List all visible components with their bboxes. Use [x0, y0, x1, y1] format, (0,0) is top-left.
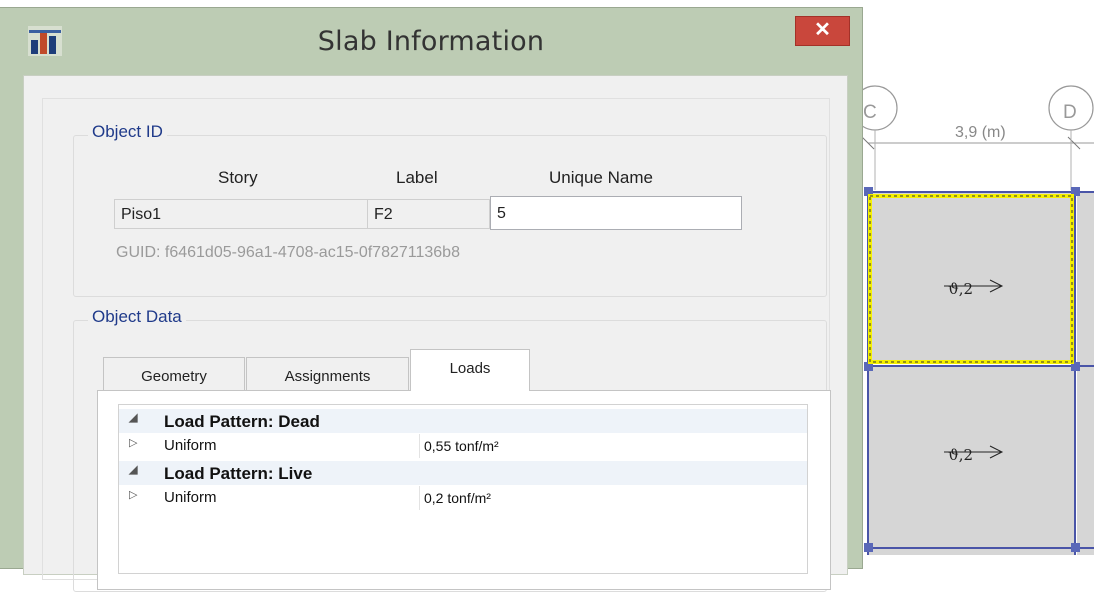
collapse-triangle-icon[interactable]: ◢	[129, 463, 137, 476]
story-header: Story	[218, 168, 258, 187]
category-label: Load Pattern: Dead	[164, 412, 320, 431]
property-row-uniform-dead[interactable]: ▷ Uniform 0,55 tonf/m²	[119, 434, 807, 458]
property-name: Uniform	[164, 437, 217, 454]
label-header: Label	[396, 168, 438, 187]
category-row-live[interactable]: ◢ Load Pattern: Live	[119, 461, 807, 485]
slab-f2	[868, 192, 1075, 364]
tab-geometry[interactable]: Geometry	[103, 357, 245, 391]
object-data-legend: Object Data	[88, 307, 186, 327]
window-title: Slab Information	[317, 26, 545, 57]
grid-label-c: C	[863, 102, 877, 123]
close-button[interactable]: ✕	[795, 16, 850, 46]
tab-loads[interactable]: Loads	[410, 349, 530, 391]
property-row-uniform-live[interactable]: ▷ Uniform 0,2 tonf/m²	[119, 486, 807, 510]
expand-triangle-icon[interactable]: ▷	[129, 436, 137, 449]
story-field: Piso1	[114, 199, 368, 229]
grid-label-d: D	[1063, 102, 1077, 123]
loads-property-grid[interactable]: ◢ Load Pattern: Dead ▷ Uniform 0,55 tonf…	[118, 404, 808, 574]
category-row-dead[interactable]: ◢ Load Pattern: Dead	[119, 409, 807, 433]
unique-name-header: Unique Name	[549, 168, 653, 187]
svg-text:ϑ,2: ϑ,2	[948, 280, 973, 298]
category-label: Load Pattern: Live	[164, 464, 313, 483]
dialog-body: Object ID Story Label Unique Name Piso1 …	[23, 75, 848, 592]
dimension-label: 3,9 (m)	[955, 124, 1006, 141]
slab-information-dialog: Slab Information ✕ Object ID Story Label…	[0, 8, 862, 592]
svg-text:ϑ,2: ϑ,2	[948, 446, 973, 464]
property-value: 0,2 tonf/m²	[424, 490, 491, 506]
collapse-triangle-icon[interactable]: ◢	[129, 411, 137, 424]
property-name: Uniform	[164, 489, 217, 506]
title-bar[interactable]: Slab Information ✕	[0, 8, 862, 76]
label-field: F2	[367, 199, 490, 229]
tab-assignments[interactable]: Assignments	[246, 357, 409, 391]
object-id-legend: Object ID	[88, 122, 167, 142]
grid-bubble-d: D	[1048, 85, 1094, 131]
unique-name-field[interactable]: 5	[490, 196, 742, 230]
property-value: 0,55 tonf/m²	[424, 438, 499, 454]
expand-triangle-icon[interactable]: ▷	[129, 488, 137, 501]
guid-text: GUID: f6461d05-96a1-4708-ac15-0f78271136…	[116, 244, 460, 261]
